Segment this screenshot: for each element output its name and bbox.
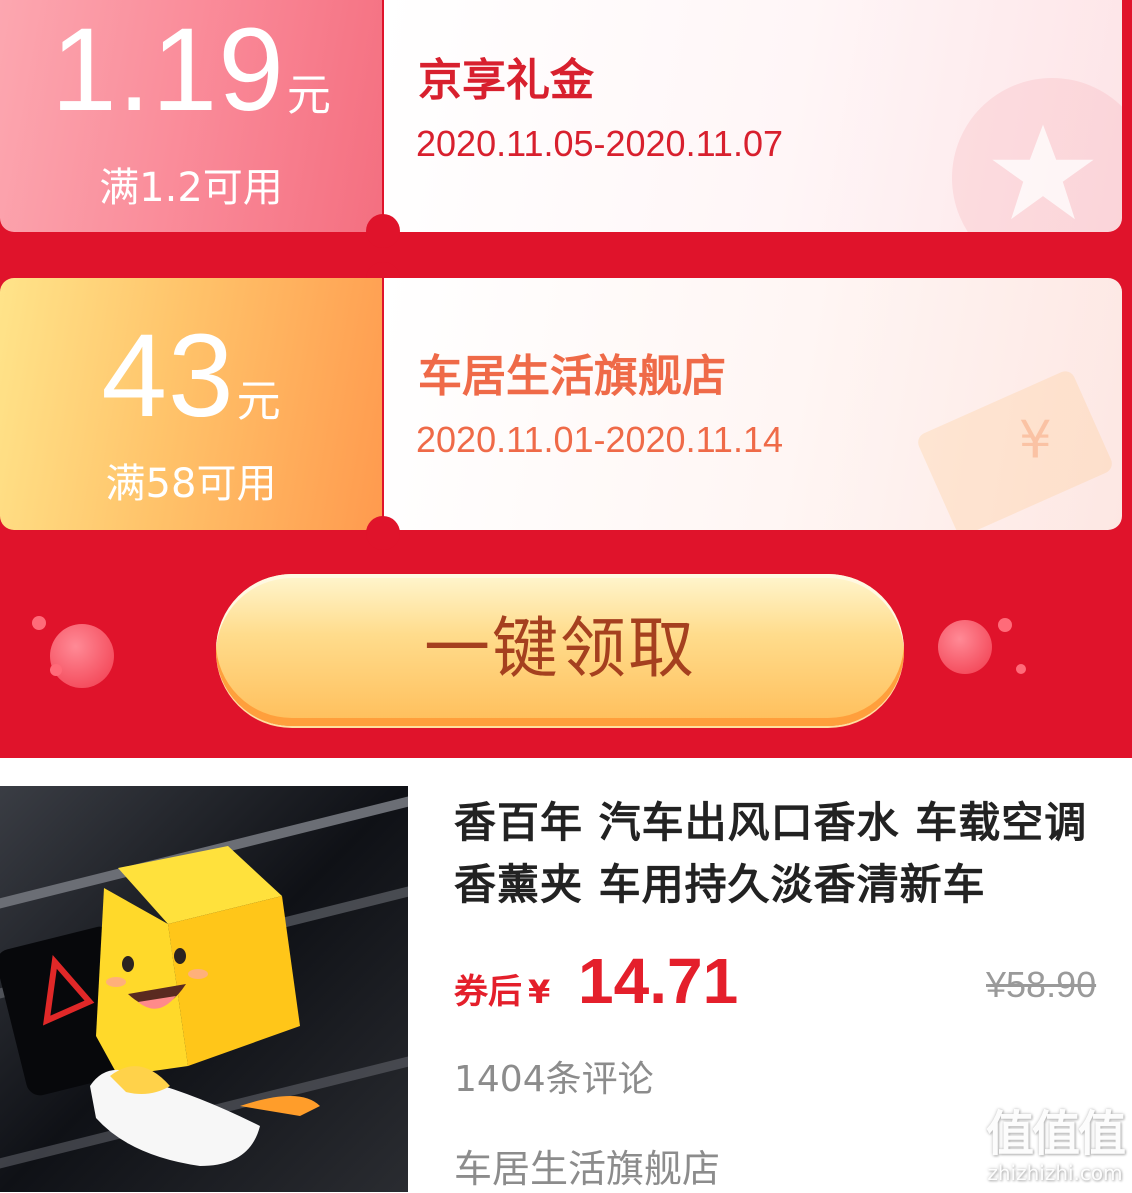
decor-bubble <box>938 620 992 674</box>
coupon-validity: 2020.11.01-2020.11.14 <box>416 419 783 460</box>
shop-name[interactable]: 车居生活旗舰店 <box>454 1138 720 1193</box>
decor-bubble <box>998 618 1012 632</box>
product-title[interactable]: 香百年 汽车出风口香水 车载空调香薰夹 车用持久淡香清新车 <box>454 792 1114 916</box>
decor-bubble <box>50 664 62 676</box>
coupon-notch <box>366 214 400 248</box>
review-count[interactable]: 1404条评论 <box>454 1050 654 1102</box>
coupon-card-jingxiang[interactable]: 1.19元 满1.2可用 京享礼金 2020.11.05-2020.11.07 <box>0 0 1122 232</box>
price-currency: ¥ <box>528 973 551 1011</box>
coupon-amount: 1.19元 <box>0 8 382 132</box>
claim-all-button[interactable]: 一键领取 <box>216 574 904 726</box>
watermark-logo: 值值值 <box>985 1106 1126 1162</box>
star-icon <box>952 78 1122 232</box>
decor-bubble <box>32 616 46 630</box>
coupon-amount-unit: 元 <box>236 376 281 427</box>
coupon-validity: 2020.11.05-2020.11.07 <box>416 123 783 164</box>
product-price: 14.71 <box>578 945 739 1017</box>
coupon-title: 车居生活旗舰店 <box>418 351 726 402</box>
coupon-amount-value: 43 <box>101 310 235 442</box>
coupon-condition: 满58可用 <box>105 461 277 507</box>
coupon-amount-value: 1.19 <box>51 4 285 136</box>
watermark: 值值值 zhizhizhi.com <box>982 1108 1128 1186</box>
claim-all-label: 一键领取 <box>424 610 696 687</box>
coupon-amount: 43元 <box>0 314 382 438</box>
coupon-info-panel: ¥ <box>384 278 1122 530</box>
coupon-condition: 满1.2可用 <box>99 165 283 211</box>
coupon-section: 1.19元 满1.2可用 京享礼金 2020.11.05-2020.11.07 … <box>0 0 1132 758</box>
coupon-amount-unit: 元 <box>286 70 331 121</box>
yen-ticket-icon: ¥ <box>914 368 1116 530</box>
original-price: ¥58.90 <box>986 964 1097 1005</box>
decor-bubble <box>1016 664 1026 674</box>
coupon-title: 京享礼金 <box>418 55 594 106</box>
coupon-notch <box>366 516 400 550</box>
coupon-info-panel <box>384 0 1122 232</box>
product-image[interactable] <box>0 786 408 1192</box>
price-label-text: 券后 <box>454 972 522 1012</box>
watermark-site: zhizhizhi.com <box>987 1161 1123 1185</box>
price-label: 券后 ¥ <box>454 964 550 1013</box>
decor-bubble <box>50 624 114 688</box>
car-fragrance-illustration <box>0 846 320 1166</box>
